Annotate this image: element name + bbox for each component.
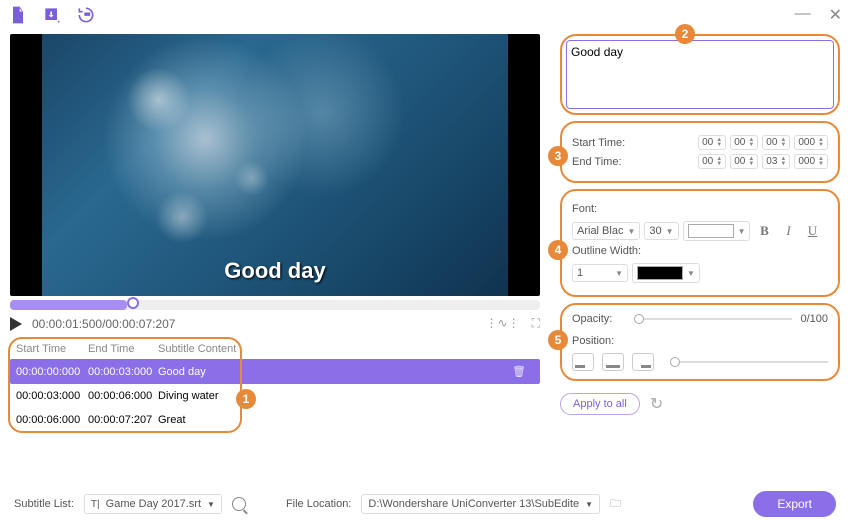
position-label: Position: (572, 335, 828, 347)
position-center-button[interactable] (602, 353, 624, 371)
underline-button[interactable]: U (802, 222, 822, 240)
end-sec-stepper[interactable]: 03▲▼ (762, 154, 790, 169)
end-ms-stepper[interactable]: 000▲▼ (794, 154, 828, 169)
outline-width-label: Outline Width: (572, 245, 828, 257)
timeline-slider[interactable] (10, 300, 540, 310)
font-family-select[interactable]: Arial Blac▼ (572, 222, 640, 240)
export-button[interactable]: Export (753, 491, 836, 517)
position-slider[interactable] (670, 361, 828, 363)
end-hour-stepper[interactable]: 00▲▼ (698, 154, 726, 169)
outline-color-select[interactable]: ▼ (632, 263, 700, 283)
video-preview[interactable]: Good day (10, 34, 540, 296)
table-row[interactable]: 00:00:06:000 00:00:07:207 Great (10, 408, 540, 432)
delete-icon[interactable]: 🗑 (512, 365, 526, 378)
opacity-label: Opacity: (572, 313, 612, 325)
table-row[interactable]: 00:00:03:000 00:00:06:000 Diving water (10, 384, 540, 408)
close-button[interactable]: ✕ (829, 5, 842, 25)
file-location-select[interactable]: D:\Wondershare UniConverter 13\SubEdite … (361, 494, 600, 514)
italic-button[interactable]: I (778, 222, 798, 240)
new-file-icon[interactable] (8, 5, 28, 25)
reset-icon[interactable]: ↻ (650, 394, 663, 414)
col-end-header: End Time (88, 343, 158, 355)
apply-to-all-button[interactable]: Apply to all (560, 393, 640, 415)
subtitle-overlay: Good day (10, 258, 540, 284)
play-button[interactable] (10, 317, 22, 331)
subtitle-file-select[interactable]: T| Game Day 2017.srt ▼ (84, 494, 222, 514)
font-color-select[interactable]: ▼ (683, 221, 751, 241)
subtitle-text-input[interactable] (571, 45, 829, 99)
file-location-label: File Location: (286, 498, 351, 510)
fullscreen-icon[interactable]: ⛶ (532, 316, 540, 331)
opacity-slider[interactable] (634, 318, 792, 320)
opacity-value: 0/100 (800, 313, 828, 325)
folder-icon[interactable]: 🗀 (610, 495, 621, 514)
start-hour-stepper[interactable]: 00▲▼ (698, 135, 726, 150)
position-left-button[interactable] (572, 353, 594, 371)
start-ms-stepper[interactable]: 000▲▼ (794, 135, 828, 150)
table-row[interactable]: 00:00:00:000 00:00:03:000 Good day 🗑 (10, 359, 540, 384)
import-icon[interactable] (42, 5, 62, 25)
start-time-label: Start Time: (572, 137, 630, 149)
auto-subtitle-icon[interactable] (76, 5, 96, 25)
annotation-badge-5: 5 (548, 330, 568, 350)
annotation-badge-2: 2 (675, 24, 695, 44)
end-time-label: End Time: (572, 156, 630, 168)
outline-width-select[interactable]: 1▼ (572, 264, 628, 282)
annotation-badge-1: 1 (236, 389, 256, 409)
search-icon[interactable] (232, 497, 246, 511)
minimize-button[interactable]: — (795, 5, 811, 25)
position-right-button[interactable] (632, 353, 654, 371)
font-label: Font: (572, 203, 828, 215)
end-min-stepper[interactable]: 00▲▼ (730, 154, 758, 169)
font-size-select[interactable]: 30▼ (644, 222, 678, 240)
start-min-stepper[interactable]: 00▲▼ (730, 135, 758, 150)
annotation-badge-3: 3 (548, 146, 568, 166)
col-content-header: Subtitle Content (158, 343, 534, 355)
start-sec-stepper[interactable]: 00▲▼ (762, 135, 790, 150)
waveform-icon[interactable]: ⋮∿⋮ (486, 316, 520, 331)
bold-button[interactable]: B (754, 222, 774, 240)
subtitle-table: 1 Start Time End Time Subtitle Content 0… (10, 339, 540, 432)
col-start-header: Start Time (16, 343, 88, 355)
subtitle-list-label: Subtitle List: (14, 498, 74, 510)
annotation-badge-4: 4 (548, 240, 568, 260)
time-display: 00:00:01:500/00:00:07:207 (32, 317, 175, 331)
